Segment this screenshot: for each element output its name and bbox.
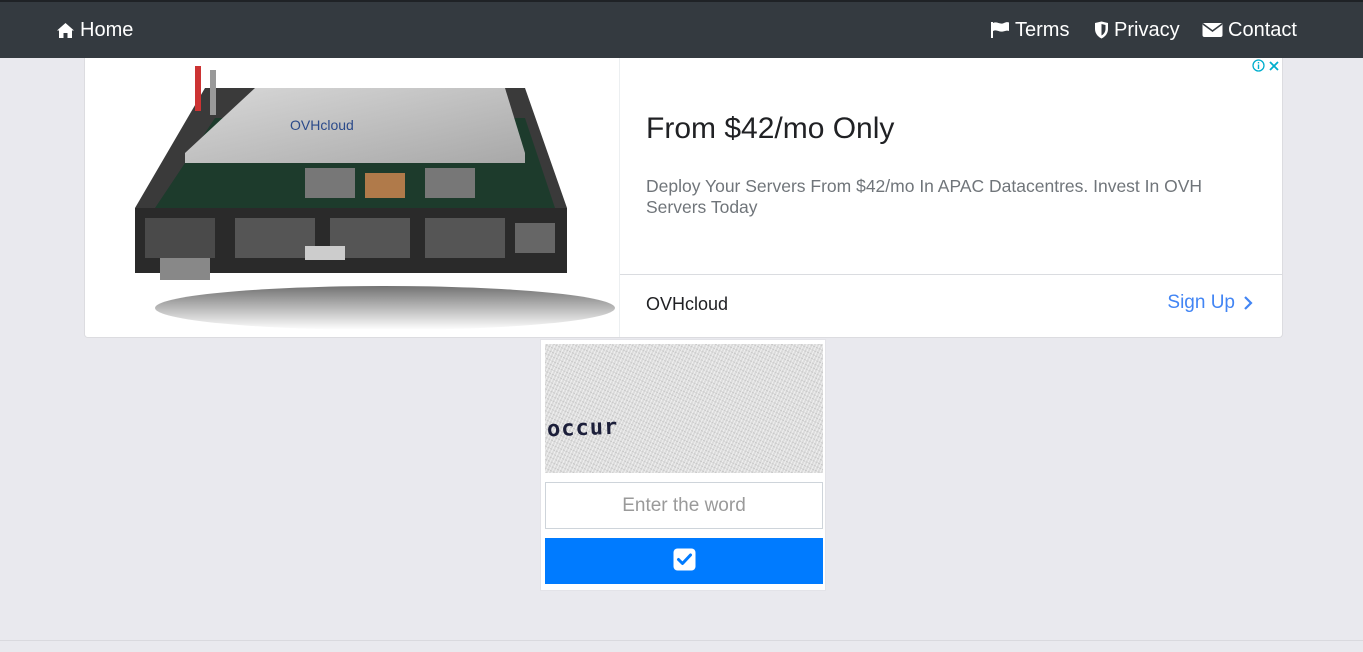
ad-image-brand: OVHcloud — [290, 117, 354, 133]
envelope-icon — [1202, 22, 1223, 38]
captcha-word: occur — [546, 414, 619, 443]
nav-terms-link[interactable]: Terms — [990, 2, 1069, 58]
flag-icon — [990, 21, 1010, 39]
captcha-form: occur — [540, 339, 826, 591]
nav-home-link[interactable]: Home — [56, 2, 133, 58]
chevron-right-icon — [1243, 295, 1253, 311]
captcha-image: occur — [545, 344, 823, 473]
ad-divider — [620, 274, 1282, 275]
shield-icon — [1094, 21, 1109, 39]
ad-server-image[interactable]: OVHcloud — [85, 58, 619, 337]
nav-contact-label: Contact — [1228, 18, 1297, 41]
check-square-icon — [673, 548, 696, 574]
nav-terms-label: Terms — [1015, 18, 1070, 41]
captcha-submit-button[interactable] — [545, 538, 823, 584]
ad-signup-button[interactable]: Sign Up — [1167, 292, 1253, 314]
ad-body[interactable]: From $42/mo Only Deploy Your Servers Fro… — [619, 58, 1282, 337]
ad-description[interactable]: Deploy Your Servers From $42/mo In APAC … — [646, 176, 1246, 218]
close-icon[interactable] — [1268, 59, 1280, 77]
ad-advertiser[interactable]: OVHcloud — [646, 294, 728, 315]
captcha-answer-input[interactable] — [545, 482, 823, 529]
home-icon — [56, 22, 75, 39]
ad-headline[interactable]: From $42/mo Only — [646, 112, 894, 146]
ad-cta-label: Sign Up — [1167, 292, 1235, 313]
top-navbar: Home Terms Privacy Contact — [0, 0, 1363, 58]
ad-banner[interactable]: OVHcloud From $42/mo Only Deploy Your Se… — [84, 58, 1283, 338]
ad-choices[interactable] — [1252, 59, 1280, 77]
nav-contact-link[interactable]: Contact — [1202, 2, 1297, 58]
footer-divider — [0, 640, 1363, 652]
info-icon[interactable] — [1252, 59, 1265, 77]
nav-privacy-link[interactable]: Privacy — [1094, 2, 1180, 58]
nav-home-label: Home — [80, 18, 134, 41]
nav-privacy-label: Privacy — [1114, 18, 1180, 41]
